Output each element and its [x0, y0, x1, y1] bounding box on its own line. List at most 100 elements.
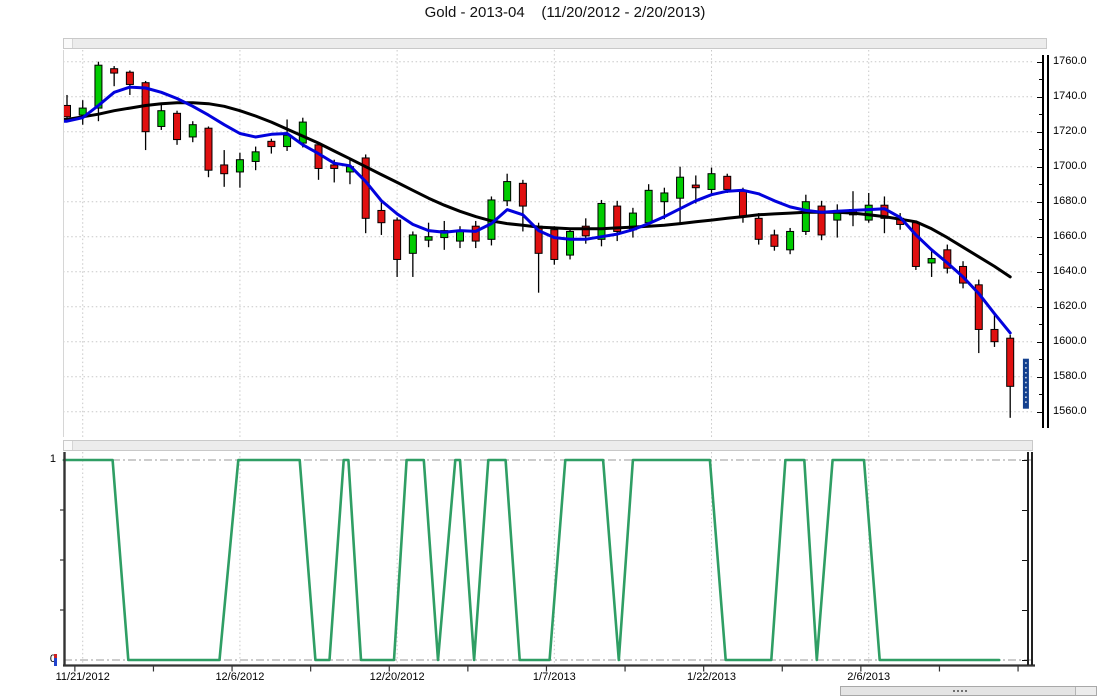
price-minor-tick: [1039, 254, 1042, 255]
price-minor-tick: [1039, 289, 1042, 290]
signal-chart-area[interactable]: [58, 452, 1042, 690]
price-tick-label: 1720.0: [1053, 125, 1087, 137]
signal-right-tick: [1022, 560, 1027, 561]
pane-expander-icon[interactable]: [64, 441, 73, 450]
candle-up: [787, 231, 794, 249]
price-pane-header[interactable]: [63, 38, 1047, 49]
price-tick-label: 1700.0: [1053, 160, 1087, 172]
price-major-tick: [1037, 342, 1042, 343]
candle-up: [236, 160, 243, 172]
price-major-tick: [1037, 97, 1042, 98]
candle-up: [661, 193, 668, 202]
price-tick-label: 1560.0: [1053, 405, 1087, 417]
candle-down: [912, 223, 919, 267]
candle-up: [409, 235, 416, 253]
candle-up: [457, 231, 464, 241]
price-major-tick: [1037, 167, 1042, 168]
candle-down: [174, 113, 181, 139]
price-minor-tick: [1039, 324, 1042, 325]
signal-pane-header[interactable]: [63, 440, 1033, 451]
price-tick-label: 1660.0: [1053, 230, 1087, 242]
price-tick-label: 1620.0: [1053, 300, 1087, 312]
candle-up: [504, 182, 511, 201]
candle-down: [692, 185, 699, 188]
signal-right-tick: [1022, 510, 1027, 511]
price-major-tick: [1037, 202, 1042, 203]
price-chart-area[interactable]: [63, 50, 1042, 437]
price-major-tick: [1037, 377, 1042, 378]
candle-down: [755, 218, 762, 239]
signal-gridlines: [64, 452, 1034, 665]
date-tick-label: 1/22/2013: [662, 671, 762, 683]
candle-up: [708, 174, 715, 190]
price-major-tick: [1037, 307, 1042, 308]
pane-expander-icon[interactable]: [64, 39, 73, 48]
price-major-tick: [1037, 237, 1042, 238]
scrollbar-right-button[interactable]: [1075, 687, 1096, 695]
candle-up: [425, 237, 432, 241]
candle-up: [598, 203, 605, 239]
price-minor-tick: [1039, 149, 1042, 150]
candle-up: [928, 259, 935, 263]
date-tick-label: 12/6/2012: [190, 671, 290, 683]
candle-down: [205, 128, 212, 170]
date-tick-label: 11/21/2012: [33, 671, 133, 683]
price-axis[interactable]: [1042, 55, 1049, 428]
price-chart-svg[interactable]: [63, 50, 1042, 437]
price-major-tick: [1037, 412, 1042, 413]
candle-up: [567, 231, 574, 255]
signal-right-axis: [1027, 452, 1033, 665]
candle-down: [331, 165, 338, 169]
price-minor-tick: [1039, 79, 1042, 80]
candle-down: [378, 210, 385, 222]
candle-up: [802, 202, 809, 232]
candle-down: [724, 176, 731, 189]
fast-ma-line: [63, 87, 1010, 333]
price-minor-tick: [1039, 219, 1042, 220]
candle-down: [111, 69, 118, 73]
page-title: Gold - 2013-04 (11/20/2012 - 2/20/2013): [0, 4, 1100, 21]
date-tick-label: 1/7/2013: [504, 671, 604, 683]
price-tick-label: 1600.0: [1053, 335, 1087, 347]
price-pane-left-border: [63, 50, 64, 437]
candle-down: [739, 191, 746, 216]
signal-right-tick: [1022, 660, 1027, 661]
price-minor-tick: [1039, 359, 1042, 360]
signal-chart-svg[interactable]: [58, 452, 1042, 690]
chart-window: Gold - 2013-04 (11/20/2012 - 2/20/2013) …: [0, 0, 1100, 697]
candle-down: [472, 226, 479, 241]
candle-up: [252, 152, 259, 162]
current-bar-marker: [1023, 359, 1028, 408]
candle-up: [677, 177, 684, 198]
binary-signal-line: [64, 460, 999, 660]
price-tick-label: 1580.0: [1053, 370, 1087, 382]
scrollbar-grip-icon[interactable]: [953, 690, 973, 693]
candle-down: [221, 165, 228, 174]
date-tick-label: 2/6/2013: [819, 671, 919, 683]
candle-down: [818, 206, 825, 235]
candle-up: [865, 205, 872, 220]
price-minor-tick: [1039, 394, 1042, 395]
candle-down: [268, 141, 275, 146]
candle-down: [771, 235, 778, 246]
price-major-tick: [1037, 132, 1042, 133]
price-tick-label: 1640.0: [1053, 265, 1087, 277]
date-tick-label: 12/20/2012: [347, 671, 447, 683]
candle-down: [394, 220, 401, 259]
price-major-tick: [1037, 272, 1042, 273]
price-gridlines: [63, 50, 1033, 437]
candle-up: [645, 190, 652, 222]
candle-down: [991, 329, 998, 341]
price-tick-label: 1760.0: [1053, 55, 1087, 67]
candle-up: [299, 122, 306, 143]
candle-down: [126, 72, 133, 84]
price-tick-label: 1740.0: [1053, 90, 1087, 102]
price-minor-tick: [1039, 184, 1042, 185]
price-minor-tick: [1039, 114, 1042, 115]
horizontal-scrollbar[interactable]: [840, 686, 1097, 696]
signal-right-tick: [1022, 460, 1027, 461]
signal-tick-label-one: 1: [38, 453, 56, 465]
candle-down: [551, 230, 558, 260]
candle-down: [64, 105, 71, 116]
price-major-tick: [1037, 62, 1042, 63]
